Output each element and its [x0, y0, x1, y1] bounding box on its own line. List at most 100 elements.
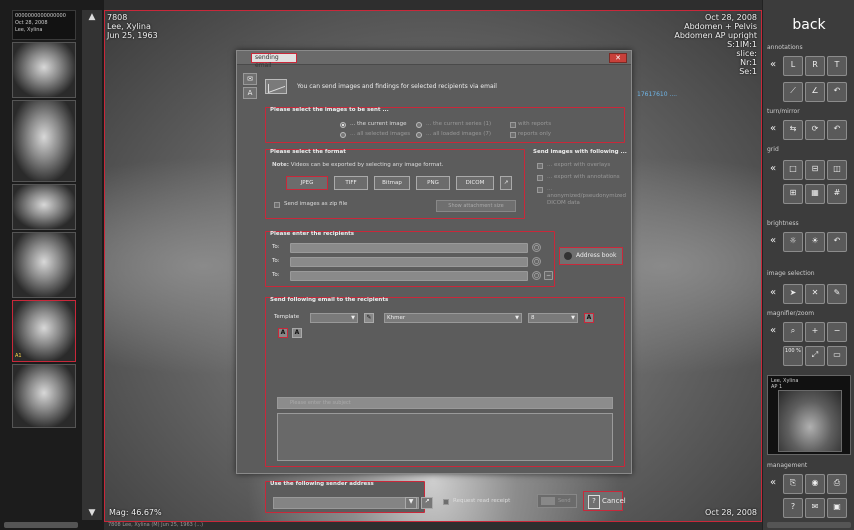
format-settings-icon[interactable]: ↗ — [500, 176, 512, 190]
thumbnail-image-1[interactable] — [12, 42, 76, 98]
bitmap-button[interactable]: Bitmap — [374, 176, 410, 190]
rotate-icon[interactable]: ⟳ — [805, 120, 825, 140]
undo-turn-icon[interactable]: ↶ — [827, 120, 847, 140]
sender-address-select[interactable] — [273, 497, 419, 509]
jpeg-button[interactable]: JPEG — [286, 176, 328, 190]
show-attachment-size-button[interactable]: Show attachment size — [436, 200, 516, 212]
anonymize-checkbox[interactable] — [537, 187, 543, 193]
brightness-up-icon[interactable]: ☀ — [805, 232, 825, 252]
email-icon[interactable]: ✉ — [805, 498, 825, 518]
template-select[interactable]: ▼ — [310, 313, 358, 323]
cancel-button[interactable]: Cancel — [583, 491, 626, 511]
scroll-down-icon[interactable]: ▼ — [84, 506, 100, 520]
read-receipt-checkbox[interactable] — [443, 499, 449, 505]
grid-3x3-icon[interactable]: ▦ — [805, 184, 825, 204]
grid-2x2-icon[interactable]: ⊞ — [783, 184, 803, 204]
dialog-side-icons: ✉ A — [243, 73, 257, 101]
current-image-radio[interactable] — [340, 122, 346, 128]
fit-to-screen-icon[interactable]: ⤢ — [805, 346, 825, 366]
sender-dropdown-icon[interactable]: ▼ — [405, 497, 417, 509]
collapse-management-icon[interactable]: « — [765, 474, 781, 492]
selected-images-radio[interactable] — [340, 132, 346, 138]
loaded-images-radio[interactable] — [416, 132, 422, 138]
grid-2x1-icon[interactable]: ◫ — [827, 160, 847, 180]
help-icon[interactable]: ? — [783, 498, 803, 518]
pin-icon[interactable]: ✎ — [827, 284, 847, 304]
zoom-100-button[interactable]: 100 % — [783, 346, 803, 366]
grid-3x4-icon[interactable]: # — [827, 184, 847, 204]
cd-burn-icon[interactable]: ◉ — [805, 474, 825, 494]
current-series-radio[interactable] — [416, 122, 422, 128]
font-size-select[interactable]: 8 ▼ — [528, 313, 578, 323]
png-button[interactable]: PNG — [416, 176, 450, 190]
fit-width-icon[interactable]: ▭ — [827, 346, 847, 366]
thumbnail-scrollbar[interactable]: ▲ ▼ — [82, 10, 102, 520]
collapse-turn-icon[interactable]: « — [765, 120, 781, 138]
grid-1x1-icon[interactable]: □ — [783, 160, 803, 180]
management-label: management — [767, 462, 808, 469]
deselect-icon[interactable]: ✕ — [805, 284, 825, 304]
recipient-remove-icon[interactable]: ○ — [532, 271, 541, 280]
with-reports-checkbox[interactable] — [510, 122, 516, 128]
zip-checkbox[interactable] — [274, 202, 280, 208]
recipient-remove-icon[interactable]: ○ — [532, 257, 541, 266]
thumbnail-image-3[interactable] — [12, 184, 76, 230]
series-preview[interactable]: Lee, Xylina AP 1 — [767, 375, 851, 455]
recipient-add-icon[interactable]: − — [544, 271, 553, 280]
recipient-input-1[interactable] — [290, 243, 528, 253]
right-marker-button[interactable]: R — [805, 56, 825, 76]
zoom-out-icon[interactable]: − — [827, 322, 847, 342]
email-body-textarea[interactable] — [277, 413, 613, 461]
attachment-tab-icon[interactable]: A — [243, 87, 257, 99]
undo-annotation-icon[interactable]: ↶ — [827, 82, 847, 102]
magnifier-icon[interactable]: ⌕ — [783, 322, 803, 342]
dialog-titlebar[interactable]: sending email ✕ — [237, 51, 631, 69]
export-overlays-checkbox[interactable] — [537, 163, 543, 169]
export-icon[interactable]: ⎘ — [783, 474, 803, 494]
dicom-button[interactable]: DICOM — [456, 176, 494, 190]
line-tool-icon[interactable]: ⟋ — [783, 82, 803, 102]
tiff-button[interactable]: TIFF — [334, 176, 368, 190]
grid-1x2-icon[interactable]: ⊟ — [805, 160, 825, 180]
recipient-remove-icon[interactable]: ○ — [532, 243, 541, 252]
thumbnail-image-5[interactable]: A1 — [12, 300, 76, 362]
collapse-grid-icon[interactable]: « — [765, 160, 781, 178]
monitor-icon[interactable]: ▣ — [827, 498, 847, 518]
back-button[interactable]: back — [769, 12, 849, 38]
close-icon[interactable]: ✕ — [609, 53, 627, 63]
pointer-icon[interactable]: ➤ — [783, 284, 803, 304]
brightness-down-icon[interactable]: ☼ — [783, 232, 803, 252]
collapse-selection-icon[interactable]: « — [765, 284, 781, 302]
recipient-input-2[interactable] — [290, 257, 528, 267]
text-tool-icon[interactable]: T — [827, 56, 847, 76]
send-button[interactable]: Send — [537, 494, 577, 508]
mail-tab-icon[interactable]: ✉ — [243, 73, 257, 85]
address-book-button[interactable]: Address book — [559, 247, 623, 265]
bold-icon[interactable]: A — [278, 328, 288, 338]
thumbnail-image-6[interactable] — [12, 364, 76, 428]
template-edit-icon[interactable]: ✎ — [364, 313, 374, 323]
export-annotations-checkbox[interactable] — [537, 175, 543, 181]
collapse-annotations-icon[interactable]: « — [765, 56, 781, 74]
subject-input[interactable]: Please enter the subject — [277, 397, 613, 409]
selected-images-label: ... all selected images — [350, 131, 411, 137]
undo-brightness-icon[interactable]: ↶ — [827, 232, 847, 252]
thumbnail-image-4[interactable] — [12, 232, 76, 298]
font-select[interactable]: Khmer ▼ — [384, 313, 522, 323]
collapse-brightness-icon[interactable]: « — [765, 232, 781, 250]
brightness-label: brightness — [767, 220, 799, 227]
sender-edit-icon[interactable]: ↗ — [421, 497, 433, 509]
angle-tool-icon[interactable]: ∠ — [805, 82, 825, 102]
italic-icon[interactable]: A — [292, 328, 302, 338]
collapse-zoom-icon[interactable]: « — [765, 322, 781, 340]
zoom-in-icon[interactable]: + — [805, 322, 825, 342]
recipient-input-3[interactable] — [290, 271, 528, 281]
flip-horizontal-icon[interactable]: ⇆ — [783, 120, 803, 140]
scroll-up-icon[interactable]: ▲ — [84, 10, 100, 24]
thumbnail-image-2[interactable] — [12, 100, 76, 182]
print-icon[interactable]: ⎙ — [827, 474, 847, 494]
reports-only-checkbox[interactable] — [510, 132, 516, 138]
recipients-section: Please enter the recipients To: ○ To: ○ … — [265, 231, 555, 287]
font-color-icon[interactable]: A — [584, 313, 594, 323]
left-marker-button[interactable]: L — [783, 56, 803, 76]
